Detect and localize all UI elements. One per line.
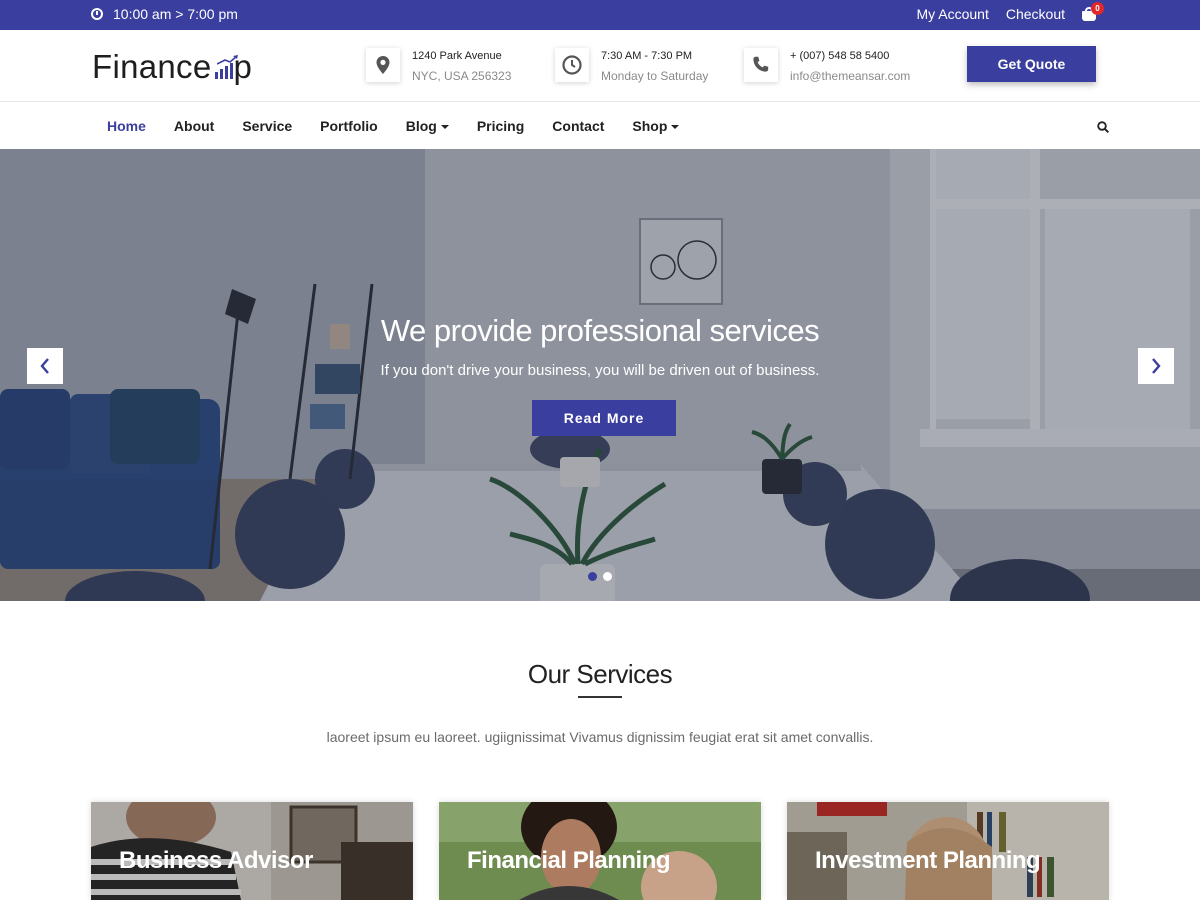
service-card-investment-planning[interactable]: Investment Planning: [787, 802, 1109, 900]
nav-item-portfolio[interactable]: Portfolio: [320, 118, 378, 134]
growth-chart-icon: [214, 55, 238, 79]
map-marker-icon: [366, 48, 400, 82]
email-address[interactable]: info@themeansar.com: [790, 69, 910, 83]
site-logo[interactable]: Finance p: [92, 48, 252, 86]
nav-item-service[interactable]: Service: [242, 118, 292, 134]
nav-item-about[interactable]: About: [174, 118, 214, 134]
nav-item-shop[interactable]: Shop: [632, 118, 680, 134]
nav-item-label: Contact: [552, 118, 605, 134]
account-links: My Account Checkout 0: [916, 2, 1104, 22]
service-card-title: Financial Planning: [467, 847, 671, 874]
nav-item-home[interactable]: Home: [107, 118, 146, 134]
hero-slider: We provide professional services If you …: [0, 149, 1200, 601]
cart-button[interactable]: 0: [1082, 2, 1104, 21]
slider-dot[interactable]: [603, 572, 612, 581]
nav-menu: Home About Service Portfolio Blog Pricing Cont…: [107, 118, 707, 134]
slider-dot[interactable]: [588, 572, 597, 581]
address-info: 1240 Park Avenue NYC, USA 256323: [366, 48, 511, 83]
my-account-link[interactable]: My Account: [916, 6, 988, 22]
slider-dots: [588, 572, 612, 581]
nav-item-label: Portfolio: [320, 118, 378, 134]
checkout-link[interactable]: Checkout: [1006, 6, 1065, 22]
service-card-business-advisor[interactable]: Business Advisor: [91, 802, 413, 900]
heading-divider: [578, 696, 622, 698]
cart-count-badge: 0: [1091, 2, 1104, 15]
chevron-left-icon: [40, 358, 49, 374]
phone-number[interactable]: + (007) 548 58 5400: [790, 49, 910, 63]
nav-item-pricing[interactable]: Pricing: [477, 118, 524, 134]
nav-item-label: Shop: [632, 118, 668, 134]
address-line1: 1240 Park Avenue: [412, 50, 502, 62]
nav-item-label: Home: [107, 118, 146, 134]
business-hours-text: 10:00 am > 7:00 pm: [113, 6, 238, 22]
hours-line2: Monday to Saturday: [601, 69, 709, 83]
services-description: laoreet ipsum eu laoreet. ugiignissimat …: [326, 729, 874, 745]
business-hours: 10:00 am > 7:00 pm: [91, 6, 238, 22]
logo-text: Finance: [92, 48, 212, 85]
read-more-button[interactable]: Read More: [532, 400, 676, 436]
nav-item-label: Service: [242, 118, 293, 134]
trend-arrow-icon: [216, 55, 238, 65]
phone-icon: [744, 48, 778, 82]
hours-info: 7:30 AM - 7:30 PM Monday to Saturday: [555, 48, 708, 83]
nav-item-label: Pricing: [476, 118, 525, 134]
search-icon[interactable]: [1097, 121, 1109, 133]
nav-item-label: About: [173, 118, 215, 134]
get-quote-button[interactable]: Get Quote: [967, 46, 1096, 82]
nav-item-contact[interactable]: Contact: [552, 118, 604, 134]
caret-down-icon: [440, 124, 449, 129]
main-navigation: Home About Service Portfolio Blog Pricing Cont…: [0, 103, 1200, 149]
slider-next-button[interactable]: [1138, 348, 1174, 384]
service-card-title: Business Advisor: [119, 847, 313, 874]
address-line2: NYC, USA 256323: [412, 69, 512, 83]
slider-prev-button[interactable]: [27, 348, 63, 384]
caret-down-icon: [671, 124, 680, 129]
service-card-financial-planning[interactable]: Financial Planning: [439, 802, 761, 900]
hours-line1: 7:30 AM - 7:30 PM: [601, 50, 693, 62]
top-bar: 10:00 am > 7:00 pm My Account Checkout 0: [0, 0, 1200, 30]
clock-icon: [555, 48, 589, 82]
logo-text-end: p: [233, 48, 253, 85]
hero-subtitle: If you don't drive your business, you wi…: [380, 362, 820, 379]
service-card-title: Investment Planning: [815, 847, 1041, 874]
clock-icon: [91, 8, 103, 20]
services-heading: Our Services: [527, 659, 673, 689]
site-header: Finance p 1240 Park Avenue NYC, USA 2563…: [0, 30, 1200, 102]
chevron-right-icon: [1152, 358, 1161, 374]
nav-item-label: Blog: [405, 118, 437, 134]
contact-info: + (007) 548 58 5400 info@themeansar.com: [744, 48, 910, 83]
hero-title: We provide professional services: [380, 313, 820, 348]
nav-item-blog[interactable]: Blog: [406, 118, 449, 134]
